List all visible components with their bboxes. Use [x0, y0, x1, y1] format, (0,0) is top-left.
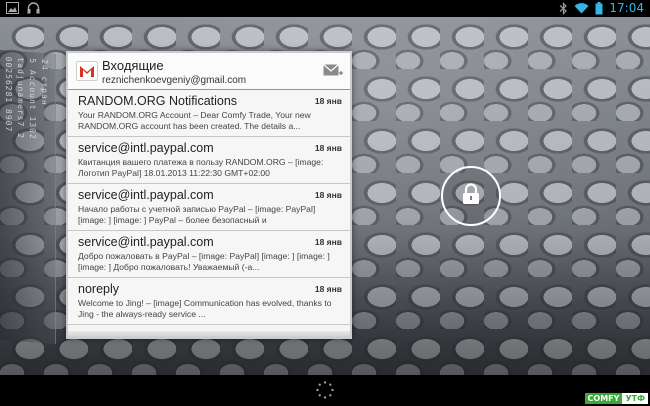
message-date: 18 янв [314, 284, 342, 294]
side-widget-text: 5 Account 1302 [28, 58, 37, 141]
bluetooth-icon [559, 1, 568, 15]
side-widget-text: 00256281 8907 [4, 56, 13, 133]
message-sender: noreply [78, 282, 119, 296]
gmail-header[interactable]: Входящие reznichenkoevgeniy@gmail.com [68, 53, 350, 90]
message-sender: service@intl.paypal.com [78, 188, 214, 202]
list-item[interactable]: service@intl.paypal.com 18 янв Квитанция… [68, 137, 350, 184]
message-snippet: Квитанция вашего платежа в пользу RANDOM… [78, 157, 324, 178]
list-fade [68, 331, 350, 337]
headphones-icon [27, 2, 40, 14]
message-snippet: Welcome to Jing! – [image] Communication… [78, 298, 332, 319]
side-widget-text: 24 стран [40, 58, 49, 106]
message-sender: RANDOM.ORG Notifications [78, 94, 238, 108]
message-snippet: Начало работы с учетной записью PayPal –… [78, 204, 316, 225]
watermark-part: COMFY [584, 393, 623, 404]
message-date: 18 янв [314, 143, 342, 153]
list-item[interactable]: service@intl.paypal.com 18 янв Добро пож… [68, 231, 350, 278]
message-sender: service@intl.paypal.com [78, 141, 214, 155]
image-notification-icon [6, 2, 19, 14]
compose-icon[interactable] [323, 63, 343, 84]
message-date: 18 янв [314, 96, 342, 106]
message-sender: service@intl.paypal.com [78, 235, 214, 249]
list-item[interactable]: RANDOM.ORG Notifications 18 янв Your RAN… [68, 90, 350, 137]
account-email: reznichenkoevgeniy@gmail.com [102, 75, 247, 86]
clock: 17:04 [609, 1, 644, 15]
list-item[interactable]: noreply 18 янв Welcome to Jing! – [image… [68, 278, 350, 325]
gmail-widget[interactable]: Входящие reznichenkoevgeniy@gmail.com RA… [66, 51, 352, 339]
lock-icon [462, 182, 480, 210]
status-bar: 17:04 [0, 0, 650, 17]
watermark-logo: COMFY УТФ [584, 393, 648, 404]
battery-icon [595, 1, 603, 15]
message-date: 18 янв [314, 190, 342, 200]
side-widget[interactable]: 00256281 8907 tadjunamers7 2 5 Account 1… [0, 50, 56, 344]
message-snippet: Добро пожаловать в PayPal – [image: PayP… [78, 251, 330, 272]
wifi-icon [574, 2, 589, 14]
side-widget-text: tadjunamers7 2 [16, 57, 25, 140]
gmail-icon [76, 61, 98, 81]
unlock-handle[interactable] [441, 166, 501, 226]
watermark-part: УТФ [622, 393, 648, 404]
navigation-bar: COMFY УТФ [0, 375, 650, 406]
message-snippet: Your RANDOM.ORG Account – Dear Comfy Tra… [78, 110, 311, 131]
folder-title: Входящие [102, 58, 164, 73]
message-date: 18 янв [314, 237, 342, 247]
list-item[interactable]: service@intl.paypal.com 18 янв Начало ра… [68, 184, 350, 231]
loading-spinner-icon [316, 381, 334, 404]
message-list[interactable]: RANDOM.ORG Notifications 18 янв Your RAN… [68, 90, 350, 325]
